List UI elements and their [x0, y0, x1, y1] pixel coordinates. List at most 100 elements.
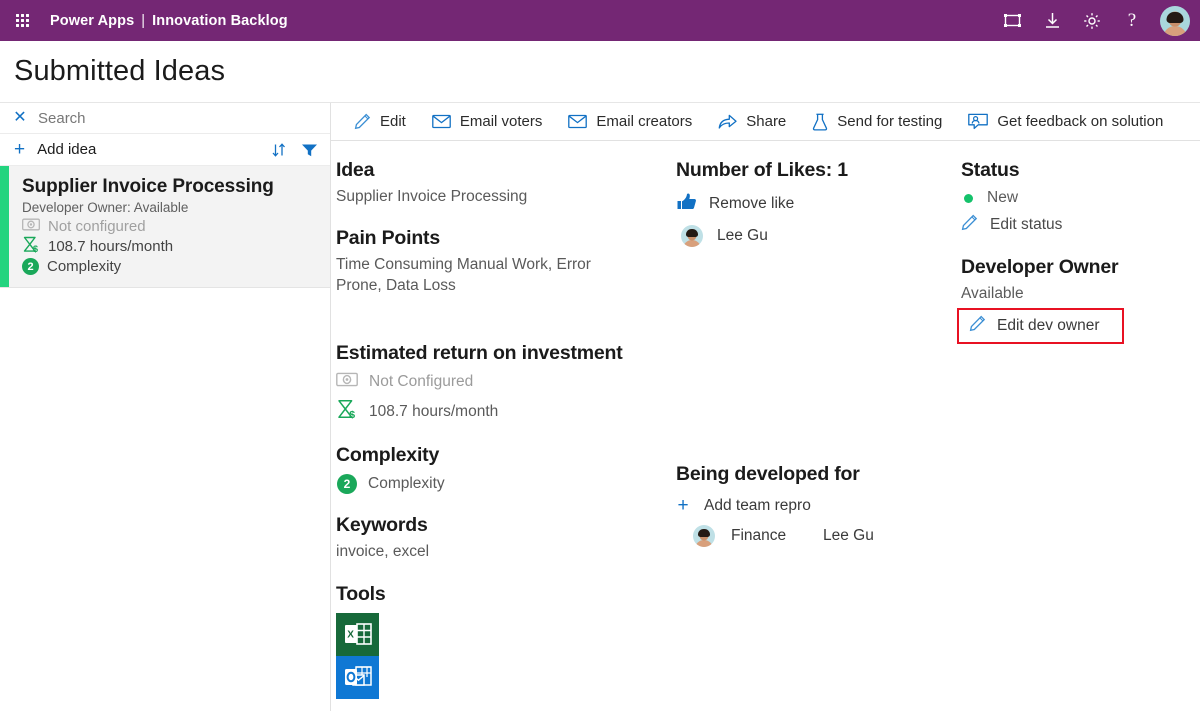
roi-money-row: Not Configured	[336, 372, 676, 392]
svg-text:X: X	[347, 630, 354, 641]
list-item-complexity-text: Complexity	[47, 258, 122, 275]
email-creators-label: Email creators	[596, 113, 693, 130]
list-item-title: Supplier Invoice Processing	[22, 176, 274, 197]
hourglass-dollar-icon: $	[336, 399, 358, 424]
page-header: Submitted Ideas	[0, 41, 1200, 103]
avatar-hair	[698, 529, 710, 538]
envelope-icon	[568, 114, 588, 129]
feedback-person-icon	[968, 113, 989, 130]
pain-points-value: Time Consuming Manual Work, Error Prone,…	[336, 256, 591, 294]
remove-like-button[interactable]: Remove like	[676, 192, 961, 216]
detail-column-people: Number of Likes: 1 Remove like Lee Gu Be…	[676, 159, 961, 711]
close-icon[interactable]: ✕	[12, 110, 28, 126]
envelope-icon	[432, 114, 451, 129]
list-item-subtitle: Developer Owner: Available	[22, 200, 189, 215]
settings-gear-icon[interactable]	[1074, 4, 1110, 38]
brand-name[interactable]: Power Apps	[50, 13, 134, 29]
add-team-repro-button[interactable]: + Add team repro	[676, 496, 961, 515]
voter-name: Lee Gu	[717, 227, 768, 244]
edit-dev-owner-label: Edit dev owner	[997, 317, 1100, 335]
edit-dev-owner-button[interactable]: Edit dev owner	[957, 308, 1124, 345]
email-voters-label: Email voters	[459, 113, 543, 130]
app-window: Power Apps | Innovation Backlog ? Submit…	[0, 0, 1200, 711]
list-item-hours: $ 108.7 hours/month	[22, 236, 318, 257]
share-button[interactable]: Share	[705, 103, 799, 141]
roi-hours-row: $ 108.7 hours/month	[336, 399, 676, 424]
developer-owner-value: Available	[961, 285, 1024, 302]
avatar-body	[683, 240, 701, 247]
idea-detail: Idea Supplier Invoice Processing Pain Po…	[331, 141, 1200, 711]
likes-heading: Number of Likes: 1	[676, 159, 848, 181]
excel-icon[interactable]: X	[336, 612, 379, 656]
email-voters-button[interactable]: Email voters	[419, 103, 556, 141]
share-icon	[718, 114, 737, 129]
thumbs-up-icon	[676, 192, 697, 216]
sort-icon[interactable]	[271, 142, 287, 158]
status-value-row: New	[961, 189, 1190, 207]
avatar	[681, 225, 703, 247]
filter-icon[interactable]	[301, 142, 318, 158]
fit-to-screen-icon[interactable]	[994, 4, 1030, 38]
get-feedback-button[interactable]: Get feedback on solution	[955, 103, 1176, 141]
add-team-repro-label: Add team repro	[704, 496, 811, 514]
tools-heading: Tools	[336, 582, 386, 605]
help-icon-glyph: ?	[1127, 10, 1137, 31]
complexity-badge: 2	[22, 258, 39, 275]
team-person: Lee Gu	[823, 527, 874, 544]
developed-for-heading: Being developed for	[676, 463, 860, 485]
avatar[interactable]	[1160, 5, 1190, 36]
edit-button[interactable]: Edit	[341, 103, 419, 141]
team-name: Finance	[731, 527, 787, 544]
pencil-icon	[969, 315, 986, 337]
outlook-icon[interactable]	[336, 655, 379, 699]
search-input[interactable]	[38, 109, 278, 127]
avatar-hair	[686, 229, 698, 238]
ideas-sidebar: ✕ + Add idea	[0, 103, 331, 711]
edit-button-label: Edit	[380, 113, 406, 130]
brand-title: Power Apps | Innovation Backlog	[50, 13, 288, 29]
voter-row: Lee Gu	[681, 225, 961, 247]
edit-status-button[interactable]: Edit status	[961, 214, 1190, 236]
search-bar: ✕	[0, 103, 330, 134]
hourglass-dollar-icon: $	[22, 236, 40, 257]
status-value: New	[987, 189, 1019, 206]
command-bar: Edit Email voters Email creators Share S…	[331, 103, 1200, 141]
help-icon[interactable]: ?	[1114, 4, 1150, 38]
send-for-testing-label: Send for testing	[837, 113, 943, 130]
status-heading: Status	[961, 159, 1020, 181]
avatar	[693, 525, 715, 547]
waffle-grid-icon[interactable]	[8, 7, 36, 35]
download-icon[interactable]	[1034, 4, 1070, 38]
roi-money-value: Not Configured	[369, 373, 474, 391]
get-feedback-label: Get feedback on solution	[997, 113, 1164, 130]
pain-points-heading: Pain Points	[336, 227, 440, 250]
table-row: Finance Lee Gu	[676, 525, 961, 547]
page-title: Submitted Ideas	[14, 55, 226, 87]
svg-text:$: $	[33, 244, 38, 253]
add-idea-button[interactable]: Add idea	[37, 141, 96, 158]
detail-column-main: Idea Supplier Invoice Processing Pain Po…	[331, 159, 676, 711]
email-creators-button[interactable]: Email creators	[555, 103, 705, 141]
share-button-label: Share	[746, 113, 787, 130]
detail-pane: Edit Email voters Email creators Share S…	[331, 103, 1200, 711]
avatar-body	[1163, 25, 1187, 36]
send-for-testing-button[interactable]: Send for testing	[799, 103, 955, 141]
roi-hours-value: 108.7 hours/month	[369, 402, 499, 420]
app-name[interactable]: Innovation Backlog	[152, 13, 288, 29]
roi-heading: Estimated return on investment	[336, 342, 623, 365]
brand-separator: |	[141, 12, 146, 29]
avatar-body	[695, 540, 713, 547]
topbar-actions: ?	[994, 4, 1190, 38]
complexity-row: 2 Complexity	[336, 474, 676, 495]
page-body: ✕ + Add idea	[0, 103, 1200, 711]
money-icon	[22, 218, 40, 235]
idea-heading: Idea	[336, 159, 375, 181]
plus-icon[interactable]: +	[14, 140, 25, 159]
list-item[interactable]: Supplier Invoice Processing Developer Ow…	[0, 166, 330, 288]
complexity-heading: Complexity	[336, 444, 440, 467]
